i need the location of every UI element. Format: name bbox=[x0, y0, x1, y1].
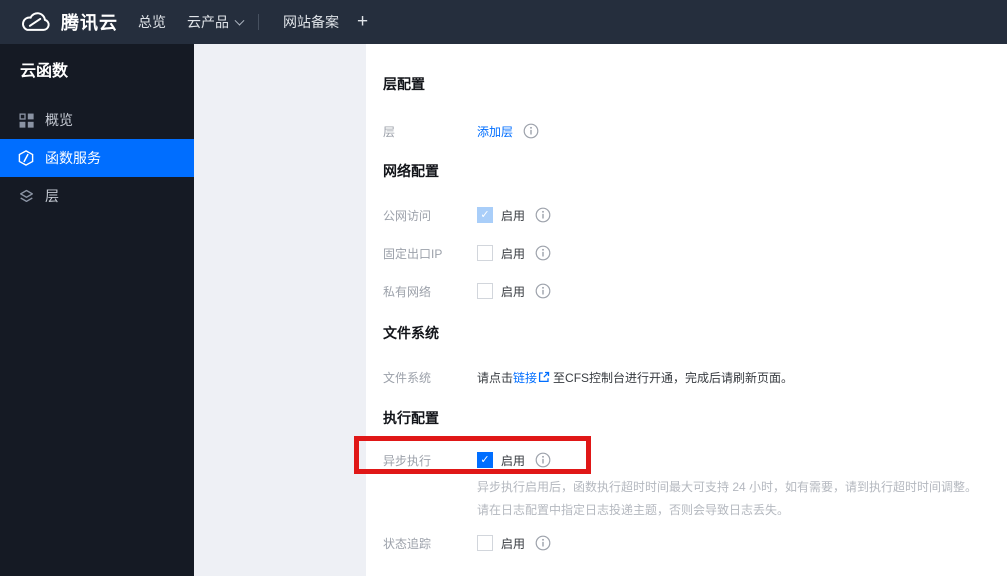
nav-overview[interactable]: 总览 bbox=[138, 0, 166, 44]
description-line: 请在日志配置中指定日志投递主题，否则会导致日志丢失。 bbox=[477, 503, 790, 517]
field-label: 文件系统 bbox=[383, 370, 432, 385]
cfs-link[interactable]: 链接 bbox=[513, 369, 537, 386]
field-label: 状态追踪 bbox=[383, 536, 432, 551]
file-system-row: 文件系统 请点击 链接 至CFS控制台进行开通，完成后请刷新页面。 bbox=[383, 368, 1007, 386]
enable-checkbox[interactable] bbox=[477, 452, 493, 468]
enable-checkbox[interactable] bbox=[477, 283, 493, 299]
sidebar-item-function-service[interactable]: 函数服务 bbox=[0, 139, 194, 177]
enable-checkbox[interactable] bbox=[477, 207, 493, 223]
add-layer-link[interactable]: 添加层 bbox=[477, 123, 513, 140]
info-icon[interactable] bbox=[535, 452, 551, 468]
field-label: 私有网络 bbox=[383, 284, 432, 299]
fixed-ip-row: 固定出口IP 启用 bbox=[383, 244, 1007, 262]
layers-icon bbox=[18, 188, 34, 204]
enable-checkbox[interactable] bbox=[477, 535, 493, 551]
status-trace-row: 状态追踪 启用 bbox=[383, 534, 1007, 552]
brand-name: 腾讯云 bbox=[61, 13, 118, 33]
async-execution-row: 异步执行 启用 bbox=[383, 451, 1007, 469]
section-title-layer-config: 层配置 bbox=[383, 76, 425, 92]
layer-row: 层 添加层 bbox=[383, 122, 1007, 140]
enable-checkbox[interactable] bbox=[477, 245, 493, 261]
nav-add-tab-button[interactable]: + bbox=[357, 0, 368, 44]
private-network-row: 私有网络 启用 bbox=[383, 282, 1007, 300]
sidebar-item-label: 层 bbox=[45, 188, 59, 204]
async-execution-description: 异步执行启用后，函数执行超时时间最大可支持 24 小时，如有需要，请到执行超时时… bbox=[477, 476, 977, 522]
fs-text-before: 请点击 bbox=[477, 370, 514, 385]
info-icon[interactable] bbox=[535, 535, 551, 551]
field-label: 层 bbox=[383, 124, 396, 139]
grid-icon bbox=[18, 112, 34, 128]
sidebar-item-label: 函数服务 bbox=[45, 150, 101, 166]
sidebar: 云函数 概览 函数服务 层 bbox=[0, 44, 194, 576]
section-title-file-system: 文件系统 bbox=[383, 325, 439, 341]
sidebar-title: 云函数 bbox=[20, 63, 69, 80]
function-service-icon bbox=[18, 150, 34, 166]
enable-label: 启用 bbox=[501, 246, 526, 261]
tencent-cloud-logo[interactable]: 腾讯云 bbox=[20, 0, 118, 44]
field-label: 固定出口IP bbox=[383, 246, 443, 261]
enable-label: 启用 bbox=[501, 453, 526, 468]
section-title-execution-config: 执行配置 bbox=[383, 410, 439, 426]
info-icon[interactable] bbox=[523, 123, 539, 139]
sidebar-item-label: 概览 bbox=[45, 112, 73, 128]
external-link-icon[interactable] bbox=[538, 371, 550, 383]
enable-label: 启用 bbox=[501, 536, 526, 551]
enable-label: 启用 bbox=[501, 284, 526, 299]
public-network-row: 公网访问 启用 bbox=[383, 206, 1007, 224]
enable-label: 启用 bbox=[501, 208, 526, 223]
info-icon[interactable] bbox=[535, 283, 551, 299]
nav-cloud-products[interactable]: 云产品 bbox=[187, 0, 245, 44]
chevron-down-icon bbox=[234, 15, 245, 26]
field-label: 公网访问 bbox=[383, 208, 432, 223]
description-line: 异步执行启用后，函数执行超时时间最大可支持 24 小时，如有需要，请到执行超时时… bbox=[477, 480, 978, 494]
info-icon[interactable] bbox=[535, 245, 551, 261]
section-title-network-config: 网络配置 bbox=[383, 163, 439, 179]
nav-cloud-products-label: 云产品 bbox=[187, 14, 229, 30]
secondary-panel bbox=[194, 44, 366, 576]
fs-text-after: 至CFS控制台进行开通，完成后请刷新页面。 bbox=[553, 370, 794, 385]
nav-divider bbox=[258, 14, 259, 30]
info-icon[interactable] bbox=[535, 207, 551, 223]
function-config-form: 层配置 层 添加层 网络配置 公网访问 启用 固定出口IP 启用 私有网络 启用… bbox=[366, 44, 1007, 576]
cloud-logo-icon bbox=[20, 11, 52, 34]
topbar: 腾讯云 总览 云产品 网站备案 + bbox=[0, 0, 1007, 44]
sidebar-item-overview[interactable]: 概览 bbox=[0, 101, 194, 139]
sidebar-item-layers[interactable]: 层 bbox=[0, 177, 194, 215]
field-label: 异步执行 bbox=[383, 453, 432, 468]
nav-website-beian[interactable]: 网站备案 bbox=[283, 0, 339, 44]
